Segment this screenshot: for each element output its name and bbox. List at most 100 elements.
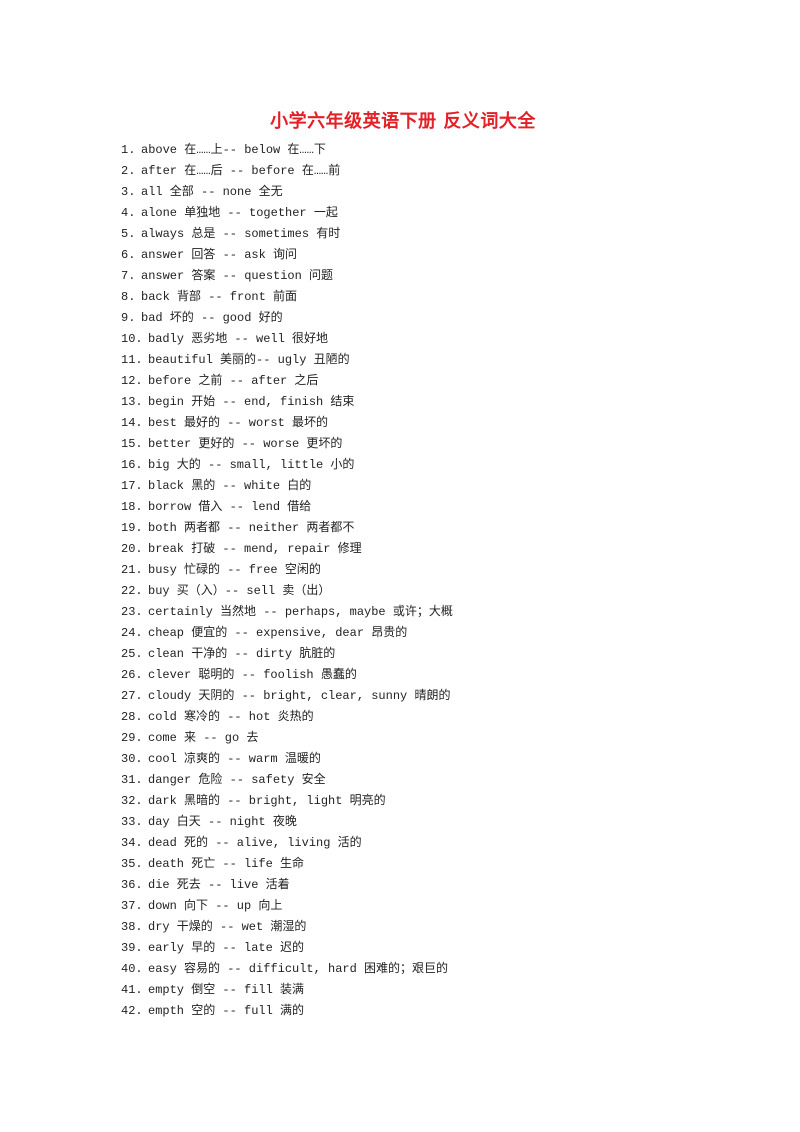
antonym-list: 1. above 在……上-- below 在……下 2. after 在……后 --… — [121, 140, 453, 1022]
list-item: 30. cool 凉爽的 -- warm 温暖的 — [121, 749, 453, 770]
list-item: 37. down 向下 -- up 向上 — [121, 896, 453, 917]
item-number: 23. — [121, 605, 143, 619]
item-number: 2. — [121, 164, 136, 178]
list-item: 8. back 背部 -- front 前面 — [121, 287, 453, 308]
list-item: 5. always 总是 -- sometimes 有时 — [121, 224, 453, 245]
list-item: 14. best 最好的 -- worst 最坏的 — [121, 413, 453, 434]
item-text: busy 忙碌的 -- free 空闲的 — [148, 563, 321, 577]
list-item: 2. after 在……后 -- before 在……前 — [121, 161, 453, 182]
item-text: bad 坏的 -- good 好的 — [141, 311, 283, 325]
item-number: 41. — [121, 983, 143, 997]
item-text: easy 容易的 -- difficult, hard 困难的；艰巨的 — [148, 962, 449, 976]
list-item: 23. certainly 当然地 -- perhaps, maybe 或许；大概 — [121, 602, 453, 623]
list-item: 18. borrow 借入 -- lend 借给 — [121, 497, 453, 518]
item-text: borrow 借入 -- lend 借给 — [148, 500, 312, 514]
item-number: 10. — [121, 332, 143, 346]
item-text: best 最好的 -- worst 最坏的 — [148, 416, 329, 430]
item-text: clean 干净的 -- dirty 肮脏的 — [148, 647, 336, 661]
item-text: day 白天 -- night 夜晚 — [148, 815, 297, 829]
item-number: 26. — [121, 668, 143, 682]
item-text: alone 单独地 -- together 一起 — [141, 206, 338, 220]
item-text: answer 答案 -- question 问题 — [141, 269, 334, 283]
item-number: 3. — [121, 185, 136, 199]
list-item: 24. cheap 便宜的 -- expensive, dear 昂贵的 — [121, 623, 453, 644]
list-item: 22. buy 买（入）-- sell 卖（出） — [121, 581, 453, 602]
item-text: always 总是 -- sometimes 有时 — [141, 227, 341, 241]
list-item: 27. cloudy 天阴的 -- bright, clear, sunny 晴朗… — [121, 686, 453, 707]
item-text: back 背部 -- front 前面 — [141, 290, 298, 304]
item-text: better 更好的 -- worse 更坏的 — [148, 437, 343, 451]
list-item: 38. dry 干燥的 -- wet 潮湿的 — [121, 917, 453, 938]
item-number: 16. — [121, 458, 143, 472]
item-text: both 两者都 -- neither 两者都不 — [148, 521, 355, 535]
item-text: dark 黑暗的 -- bright, light 明亮的 — [148, 794, 386, 808]
list-item: 16. big 大的 -- small, little 小的 — [121, 455, 453, 476]
list-item: 36. die 死去 -- live 活着 — [121, 875, 453, 896]
item-number: 4. — [121, 206, 136, 220]
item-number: 18. — [121, 500, 143, 514]
list-item: 19. both 两者都 -- neither 两者都不 — [121, 518, 453, 539]
item-number: 5. — [121, 227, 136, 241]
list-item: 28. cold 寒冷的 -- hot 炎热的 — [121, 707, 453, 728]
item-text: empty 倒空 -- fill 装满 — [148, 983, 305, 997]
list-item: 10. badly 恶劣地 -- well 很好地 — [121, 329, 453, 350]
item-text: come 来 -- go 去 — [148, 731, 259, 745]
item-text: after 在……后 -- before 在……前 — [141, 164, 341, 178]
item-number: 32. — [121, 794, 143, 808]
item-number: 37. — [121, 899, 143, 913]
list-item: 1. above 在……上-- below 在……下 — [121, 140, 453, 161]
list-item: 21. busy 忙碌的 -- free 空闲的 — [121, 560, 453, 581]
item-number: 19. — [121, 521, 143, 535]
item-number: 28. — [121, 710, 143, 724]
item-number: 22. — [121, 584, 143, 598]
item-number: 17. — [121, 479, 143, 493]
list-item: 29. come 来 -- go 去 — [121, 728, 453, 749]
item-number: 40. — [121, 962, 143, 976]
list-item: 15. better 更好的 -- worse 更坏的 — [121, 434, 453, 455]
item-number: 30. — [121, 752, 143, 766]
item-text: beautiful 美丽的-- ugly 丑陋的 — [148, 353, 350, 367]
item-number: 1. — [121, 143, 136, 157]
item-text: danger 危险 -- safety 安全 — [148, 773, 326, 787]
list-item: 35. death 死亡 -- life 生命 — [121, 854, 453, 875]
item-number: 25. — [121, 647, 143, 661]
list-item: 6. answer 回答 -- ask 询问 — [121, 245, 453, 266]
item-text: die 死去 -- live 活着 — [148, 878, 290, 892]
list-item: 26. clever 聪明的 -- foolish 愚蠢的 — [121, 665, 453, 686]
item-text: dry 干燥的 -- wet 潮湿的 — [148, 920, 307, 934]
item-text: badly 恶劣地 -- well 很好地 — [148, 332, 329, 346]
item-number: 38. — [121, 920, 143, 934]
page-title: 小学六年级英语下册 反义词大全 — [0, 107, 800, 133]
list-item: 34. dead 死的 -- alive, living 活的 — [121, 833, 453, 854]
item-text: certainly 当然地 -- perhaps, maybe 或许；大概 — [148, 605, 453, 619]
item-text: cheap 便宜的 -- expensive, dear 昂贵的 — [148, 626, 408, 640]
item-number: 9. — [121, 311, 136, 325]
list-item: 32. dark 黑暗的 -- bright, light 明亮的 — [121, 791, 453, 812]
list-item: 12. before 之前 -- after 之后 — [121, 371, 453, 392]
list-item: 3. all 全部 -- none 全无 — [121, 182, 453, 203]
item-number: 14. — [121, 416, 143, 430]
item-number: 36. — [121, 878, 143, 892]
item-number: 21. — [121, 563, 143, 577]
item-text: break 打破 -- mend, repair 修理 — [148, 542, 362, 556]
item-text: before 之前 -- after 之后 — [148, 374, 319, 388]
item-text: big 大的 -- small, little 小的 — [148, 458, 355, 472]
list-item: 33. day 白天 -- night 夜晚 — [121, 812, 453, 833]
item-text: above 在……上-- below 在……下 — [141, 143, 326, 157]
list-item: 17. black 黑的 -- white 白的 — [121, 476, 453, 497]
list-item: 13. begin 开始 -- end, finish 结束 — [121, 392, 453, 413]
list-item: 25. clean 干净的 -- dirty 肮脏的 — [121, 644, 453, 665]
item-text: death 死亡 -- life 生命 — [148, 857, 305, 871]
item-text: cold 寒冷的 -- hot 炎热的 — [148, 710, 314, 724]
item-number: 8. — [121, 290, 136, 304]
item-text: empth 空的 -- full 满的 — [148, 1004, 305, 1018]
list-item: 40. easy 容易的 -- difficult, hard 困难的；艰巨的 — [121, 959, 453, 980]
item-text: begin 开始 -- end, finish 结束 — [148, 395, 355, 409]
item-text: all 全部 -- none 全无 — [141, 185, 283, 199]
item-number: 12. — [121, 374, 143, 388]
list-item: 41. empty 倒空 -- fill 装满 — [121, 980, 453, 1001]
item-text: cool 凉爽的 -- warm 温暖的 — [148, 752, 321, 766]
list-item: 31. danger 危险 -- safety 安全 — [121, 770, 453, 791]
item-number: 29. — [121, 731, 143, 745]
list-item: 7. answer 答案 -- question 问题 — [121, 266, 453, 287]
